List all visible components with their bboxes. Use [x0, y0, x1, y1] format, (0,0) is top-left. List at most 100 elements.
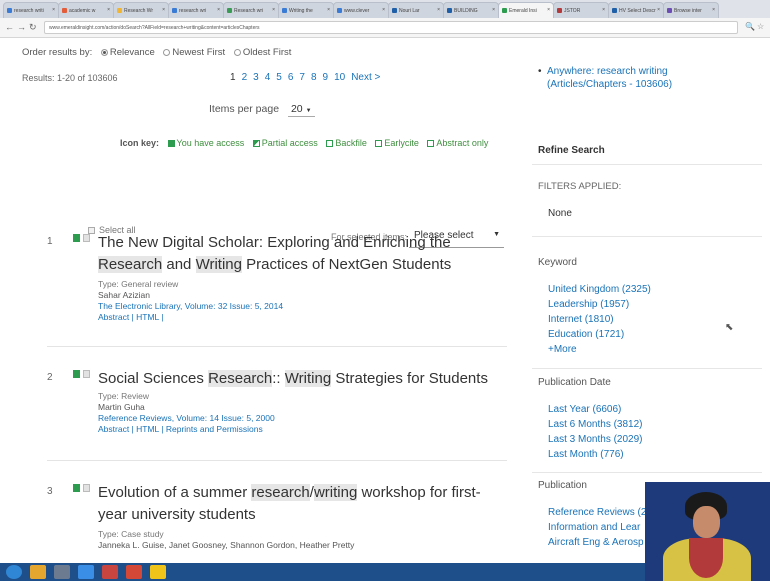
- page-link-10[interactable]: 10: [334, 72, 345, 83]
- result-links[interactable]: Abstract | HTML |: [98, 312, 164, 323]
- result-title[interactable]: Evolution of a summer research/writing w…: [98, 482, 508, 526]
- browser-tab[interactable]: research writi ×: [3, 2, 59, 18]
- close-tab-icon[interactable]: ×: [162, 7, 165, 13]
- radio-oldest[interactable]: [233, 49, 241, 56]
- browser-tab[interactable]: academic w ×: [58, 2, 114, 18]
- close-tab-icon[interactable]: ×: [107, 7, 110, 13]
- abstract-only-icon: [427, 140, 435, 147]
- browser-tab[interactable]: research wri ×: [168, 2, 224, 18]
- close-tab-icon[interactable]: ×: [657, 7, 660, 13]
- page-link-2[interactable]: 2: [242, 72, 248, 83]
- publication-filter-link[interactable]: Information and Lear: [548, 522, 646, 537]
- result-checkbox[interactable]: [83, 234, 90, 242]
- browser-tab[interactable]: Emerald Insi ×: [498, 2, 554, 18]
- start-icon[interactable]: [6, 565, 22, 579]
- close-tab-icon[interactable]: ×: [492, 7, 495, 13]
- items-per-page-value: 20: [290, 103, 303, 115]
- bookmark-star-icon[interactable]: ☆: [757, 22, 764, 31]
- zoom-icon[interactable]: 🔍: [745, 22, 755, 31]
- filters-applied-label: FILTERS APPLIED:: [538, 181, 622, 192]
- page-link-6[interactable]: 6: [288, 72, 294, 83]
- keyword-filter-link[interactable]: Leadership (1957): [548, 299, 651, 314]
- publication-date-filter-link[interactable]: Last Year (6606): [548, 404, 643, 419]
- browser-tab[interactable]: www.clever ×: [333, 2, 389, 18]
- keyword-filter-link[interactable]: Internet (1810): [548, 314, 651, 329]
- page-link-7[interactable]: 7: [299, 72, 305, 83]
- presenter-scarf: [689, 538, 723, 578]
- browser-tab[interactable]: Research wri ×: [223, 2, 279, 18]
- browser-tab-bar: research writi × academic w × Research Wr × re…: [0, 0, 770, 18]
- order-option-oldest[interactable]: Oldest First: [243, 47, 292, 58]
- result-title[interactable]: The New Digital Scholar: Exploring and E…: [98, 232, 508, 276]
- pdf-icon[interactable]: [126, 565, 142, 579]
- order-option-relevance[interactable]: Relevance: [110, 47, 155, 58]
- close-tab-icon[interactable]: ×: [382, 7, 385, 13]
- publication-title: Publication: [538, 480, 587, 491]
- close-tab-icon[interactable]: ×: [602, 7, 605, 13]
- highlighted-term: research: [251, 484, 310, 501]
- browser-tab[interactable]: Nouri Lar ×: [388, 2, 444, 18]
- result-authors[interactable]: Sahar Azizian: [98, 290, 150, 301]
- media-icon[interactable]: [54, 565, 70, 579]
- result-authors[interactable]: Janneka L. Guise, Janet Goosney, Shannon…: [98, 540, 354, 551]
- publication-filter-link[interactable]: Aircraft Eng & Aerosp: [548, 537, 646, 552]
- tab-label: JSTOR: [564, 8, 581, 14]
- page-link-5[interactable]: 5: [276, 72, 282, 83]
- order-option-newest[interactable]: Newest First: [172, 47, 225, 58]
- page-link-4[interactable]: 4: [265, 72, 271, 83]
- app-icon[interactable]: [102, 565, 118, 579]
- result-authors[interactable]: Martin Guha: [98, 402, 145, 413]
- browser-tab[interactable]: Research Wr ×: [113, 2, 169, 18]
- address-bar[interactable]: www.emeraldinsight.com/action/doSearch?A…: [44, 21, 738, 34]
- close-tab-icon[interactable]: ×: [712, 7, 715, 13]
- browser-tab[interactable]: JSTOR ×: [553, 2, 609, 18]
- close-tab-icon[interactable]: ×: [272, 7, 275, 13]
- result-links[interactable]: Abstract | HTML | Reprints and Permissio…: [98, 424, 263, 435]
- keyword-filter-link[interactable]: Education (1721): [548, 329, 651, 344]
- close-tab-icon[interactable]: ×: [437, 7, 440, 13]
- browser-icon[interactable]: [78, 565, 94, 579]
- chrome-icon[interactable]: [150, 565, 166, 579]
- tab-favicon-icon: [392, 8, 397, 13]
- page-link-9[interactable]: 9: [323, 72, 329, 83]
- publication-filter-link[interactable]: Reference Reviews (2: [548, 507, 646, 522]
- forward-icon[interactable]: →: [17, 22, 26, 32]
- result-checkbox[interactable]: [83, 484, 90, 492]
- result-source[interactable]: The Electronic Library, Volume: 32 Issue…: [98, 301, 283, 312]
- page-link-3[interactable]: 3: [253, 72, 259, 83]
- tab-label: BUILDING: [454, 8, 478, 14]
- items-per-page-select[interactable]: 20 ▼: [287, 102, 315, 117]
- reload-icon[interactable]: ↻: [29, 22, 37, 33]
- close-tab-icon[interactable]: ×: [547, 7, 550, 13]
- close-tab-icon[interactable]: ×: [52, 7, 55, 13]
- result-source[interactable]: Reference Reviews, Volume: 14 Issue: 5, …: [98, 413, 275, 424]
- back-icon[interactable]: ←: [5, 22, 14, 32]
- radio-relevance[interactable]: [100, 49, 108, 56]
- radio-newest[interactable]: [163, 49, 171, 56]
- icon-key-earlycite: Earlycite: [375, 138, 419, 148]
- search-criteria-anywhere[interactable]: Anywhere: research writing (Articles/Cha…: [538, 65, 747, 91]
- browser-tab[interactable]: BUILDING ×: [443, 2, 499, 18]
- tab-label: Nouri Lar: [399, 8, 420, 14]
- tab-favicon-icon: [227, 8, 232, 13]
- publication-date-filter-link[interactable]: Last Month (776): [548, 449, 643, 464]
- result-checkbox[interactable]: [83, 370, 90, 378]
- browser-tab[interactable]: Browse inter ×: [663, 2, 719, 18]
- keyword-filter-link[interactable]: United Kingdom (2325): [548, 284, 651, 299]
- page-link-1[interactable]: 1: [230, 72, 236, 83]
- title-text: ::: [272, 370, 285, 387]
- publication-date-filter-link[interactable]: Last 3 Months (2029): [548, 434, 643, 449]
- browser-tab[interactable]: HV Select Descr ×: [608, 2, 664, 18]
- close-tab-icon[interactable]: ×: [217, 7, 220, 13]
- page-link-8[interactable]: 8: [311, 72, 317, 83]
- mouse-cursor-icon: ⬉: [725, 322, 734, 333]
- result-item: 2 Social Sciences Research:: Writing Str…: [0, 368, 520, 468]
- publication-date-filter-link[interactable]: Last 6 Months (3812): [548, 419, 643, 434]
- next-page-link[interactable]: Next >: [351, 72, 380, 83]
- publication-date-list: Last Year (6606) Last 6 Months (3812) Last…: [548, 404, 643, 464]
- result-title[interactable]: Social Sciences Research:: Writing Strat…: [98, 368, 508, 390]
- browser-tab[interactable]: Writing the ×: [278, 2, 334, 18]
- folder-icon[interactable]: [30, 565, 46, 579]
- close-tab-icon[interactable]: ×: [327, 7, 330, 13]
- keyword-filter-link[interactable]: +More: [548, 344, 651, 359]
